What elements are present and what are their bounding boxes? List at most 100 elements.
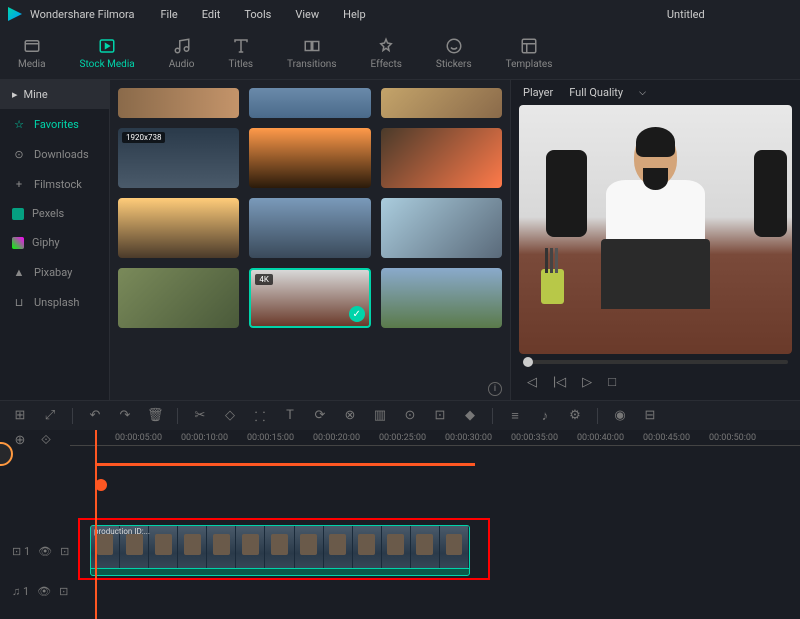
media-thumb[interactable] bbox=[381, 268, 502, 328]
undo-icon[interactable]: ↶ bbox=[87, 408, 103, 423]
step-back-button[interactable]: |◁ bbox=[553, 375, 566, 390]
tab-titles[interactable]: Titles bbox=[228, 37, 253, 70]
mask-icon[interactable]: ▥ bbox=[372, 408, 388, 423]
track-add-icon[interactable]: ⊕ bbox=[12, 433, 28, 448]
audio-tool-icon[interactable]: ♪ bbox=[537, 408, 553, 424]
media-grid-panel: ⋯ ‹ 1920x7384K✓ i bbox=[110, 80, 510, 400]
timecode-label: 00:00:45:00 bbox=[643, 433, 690, 443]
project-title: Untitled bbox=[580, 8, 792, 21]
menu-edit[interactable]: Edit bbox=[192, 4, 231, 25]
download-icon: ⊙ bbox=[12, 147, 26, 161]
preview-progress-bar[interactable] bbox=[523, 360, 788, 364]
stickers-icon bbox=[445, 37, 463, 55]
star-icon: ☆ bbox=[12, 117, 26, 131]
audio-track-icon: ♫ 1 bbox=[12, 585, 29, 598]
timer-icon[interactable]: ⊙ bbox=[402, 408, 418, 423]
menu-file[interactable]: File bbox=[150, 4, 187, 25]
clip-label: production ID:... bbox=[94, 527, 150, 536]
track-link-icon[interactable]: ⟐ bbox=[38, 433, 54, 448]
info-icon[interactable]: i bbox=[488, 382, 502, 396]
tab-stock-media[interactable]: Stock Media bbox=[80, 37, 135, 70]
check-icon: ✓ bbox=[349, 306, 365, 322]
sidebar-header[interactable]: ▸Mine bbox=[0, 80, 109, 109]
grid-icon[interactable]: ⊞ bbox=[12, 408, 28, 423]
video-track-header[interactable]: ⊡ 1 👁 ⊡ bbox=[0, 531, 70, 571]
tab-templates[interactable]: Templates bbox=[506, 37, 553, 70]
chevron-down-icon[interactable]: ⌵ bbox=[639, 88, 646, 98]
pixabay-icon: ▲ bbox=[12, 265, 26, 279]
lock-icon[interactable]: ⊡ bbox=[60, 545, 69, 558]
text-icon[interactable]: T bbox=[282, 408, 298, 423]
expand-icon[interactable]: ⤢ bbox=[42, 408, 58, 423]
audio-track-header[interactable]: ♫ 1 👁 ⊡ bbox=[0, 571, 70, 611]
crop-icon[interactable]: ⸬ bbox=[252, 407, 268, 425]
stop-button[interactable]: □ bbox=[608, 374, 616, 390]
media-thumb[interactable] bbox=[381, 128, 502, 188]
playhead[interactable] bbox=[95, 430, 97, 619]
timecode-label: 00:00:35:00 bbox=[511, 433, 558, 443]
audio-waveform[interactable] bbox=[90, 568, 470, 576]
sidebar-item-favorites[interactable]: ☆Favorites bbox=[0, 109, 109, 139]
titles-icon bbox=[232, 37, 250, 55]
tab-media[interactable]: Media bbox=[18, 37, 46, 70]
preview-tab-player[interactable]: Player bbox=[523, 86, 553, 99]
preview-viewport[interactable] bbox=[519, 105, 792, 354]
transitions-icon bbox=[303, 37, 321, 55]
tab-transitions[interactable]: Transitions bbox=[287, 37, 336, 70]
time-ruler[interactable]: 00:00:05:0000:00:10:0000:00:15:0000:00:2… bbox=[70, 430, 800, 450]
timeline[interactable]: ⊕ ⟐ 00:00:05:0000:00:10:0000:00:15:0000:… bbox=[0, 430, 800, 619]
preview-tab-quality[interactable]: Full Quality bbox=[569, 86, 623, 99]
delete-icon[interactable]: 🗑 bbox=[147, 408, 163, 423]
timecode-label: 00:00:05:00 bbox=[115, 433, 162, 443]
templates-icon bbox=[520, 37, 538, 55]
sidebar-item-pixabay[interactable]: ▲Pixabay bbox=[0, 257, 109, 287]
prev-frame-button[interactable]: ◁ bbox=[527, 375, 537, 390]
range-marker bbox=[95, 463, 475, 466]
sidebar-item-pexels[interactable]: Pexels bbox=[0, 199, 109, 228]
menubar: Wondershare Filmora File Edit Tools View… bbox=[0, 0, 800, 28]
sidebar-item-giphy[interactable]: Giphy bbox=[0, 228, 109, 257]
speed-icon[interactable]: ⟳ bbox=[312, 408, 328, 423]
media-icon bbox=[23, 37, 41, 55]
play-button[interactable]: ▷ bbox=[582, 375, 592, 390]
media-thumb[interactable] bbox=[249, 198, 370, 258]
keyframe-icon[interactable]: ◆ bbox=[462, 408, 478, 423]
mixer-icon[interactable]: ⚙ bbox=[567, 408, 583, 423]
sidebar-item-filmstock[interactable]: +Filmstock bbox=[0, 169, 109, 199]
sidebar-item-downloads[interactable]: ⊙Downloads bbox=[0, 139, 109, 169]
redo-icon[interactable]: ↷ bbox=[117, 408, 133, 423]
audio-icon bbox=[173, 37, 191, 55]
app-name: Wondershare Filmora bbox=[30, 8, 134, 21]
cut-icon[interactable]: ✂ bbox=[192, 408, 208, 423]
tab-stickers[interactable]: Stickers bbox=[436, 37, 472, 70]
media-thumb[interactable]: 1920x738 bbox=[118, 128, 239, 188]
menu-tools[interactable]: Tools bbox=[234, 4, 281, 25]
color-icon[interactable]: ⊗ bbox=[342, 408, 358, 423]
sidebar-item-unsplash[interactable]: ⊔Unsplash bbox=[0, 287, 109, 317]
tab-effects[interactable]: Effects bbox=[371, 37, 402, 70]
lock-icon[interactable]: ⊡ bbox=[59, 585, 68, 598]
stock-sidebar: ▸Mine ☆Favorites ⊙Downloads +Filmstock P… bbox=[0, 80, 110, 400]
media-thumb[interactable] bbox=[118, 198, 239, 258]
media-thumb[interactable]: 4K✓ bbox=[249, 268, 370, 328]
menu-view[interactable]: View bbox=[285, 4, 329, 25]
eye-icon[interactable]: 👁 bbox=[37, 585, 51, 598]
marker-icon[interactable]: ◉ bbox=[612, 408, 628, 423]
unsplash-icon: ⊔ bbox=[12, 295, 26, 309]
media-thumb[interactable] bbox=[381, 88, 502, 118]
eye-icon[interactable]: 👁 bbox=[38, 545, 52, 558]
tracking-icon[interactable]: ⊡ bbox=[432, 408, 448, 423]
media-thumb[interactable] bbox=[118, 268, 239, 328]
media-thumb[interactable] bbox=[381, 198, 502, 258]
timeline-toolbar: ⊞ ⤢ ↶ ↷ 🗑 ✂ ◇ ⸬ T ⟳ ⊗ ▥ ⊙ ⊡ ◆ ≡ ♪ ⚙ ◉ ⊟ bbox=[0, 400, 800, 430]
tag-icon[interactable]: ◇ bbox=[222, 408, 238, 423]
group-icon[interactable]: ⊟ bbox=[642, 408, 658, 423]
timecode-label: 00:00:40:00 bbox=[577, 433, 624, 443]
timecode-label: 00:00:10:00 bbox=[181, 433, 228, 443]
menu-help[interactable]: Help bbox=[333, 4, 376, 25]
adjust-icon[interactable]: ≡ bbox=[507, 408, 523, 424]
media-thumb[interactable] bbox=[249, 128, 370, 188]
media-thumb[interactable] bbox=[118, 88, 239, 118]
media-thumb[interactable] bbox=[249, 88, 370, 118]
tab-audio[interactable]: Audio bbox=[169, 37, 195, 70]
